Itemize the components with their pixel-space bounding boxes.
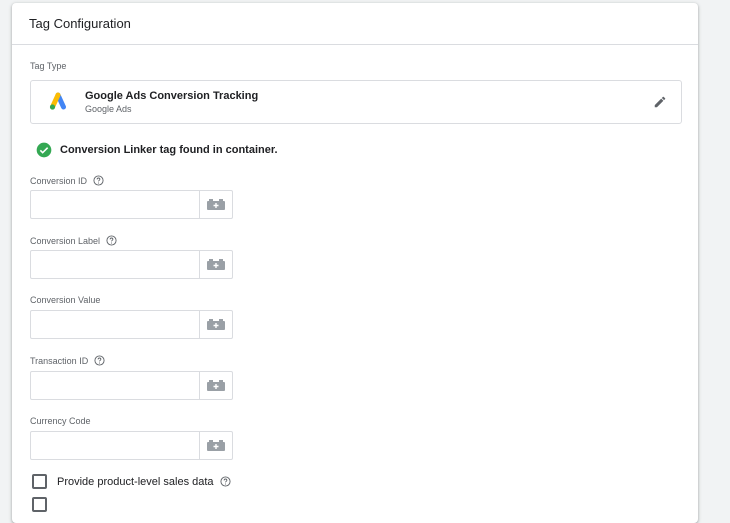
conversion-linker-notice: Conversion Linker tag found in container… — [36, 142, 278, 158]
notice-text: Conversion Linker tag found in container… — [60, 144, 278, 156]
transaction-id-input[interactable] — [31, 372, 199, 399]
conversion-value-input[interactable] — [31, 311, 199, 338]
transaction-id-field — [30, 371, 233, 400]
help-icon[interactable] — [106, 235, 117, 246]
google-ads-logo-icon — [49, 92, 66, 110]
conversion-label-field — [30, 250, 233, 279]
conversion-value-field — [30, 310, 233, 339]
product-level-sales-checkbox-row[interactable]: Provide product-level sales data — [32, 474, 231, 489]
conversion-id-field — [30, 190, 233, 219]
pencil-icon[interactable] — [653, 95, 667, 109]
conversion-id-label: Conversion ID — [30, 175, 104, 186]
tag-type-subtitle: Google Ads — [85, 104, 132, 114]
help-icon[interactable] — [93, 175, 104, 186]
variable-picker-button[interactable] — [199, 372, 232, 399]
help-icon[interactable] — [219, 476, 231, 487]
conversion-id-input[interactable] — [31, 191, 199, 218]
next-checkbox-row[interactable] — [32, 497, 57, 512]
tag-configuration-card: Tag Configuration Tag Type Google Ads Co… — [12, 3, 698, 523]
variable-picker-button[interactable] — [199, 432, 232, 459]
currency-code-label: Currency Code — [30, 416, 91, 426]
tag-type-selector[interactable]: Google Ads Conversion Tracking Google Ad… — [30, 80, 682, 124]
help-icon[interactable] — [94, 355, 105, 366]
variable-picker-icon — [207, 259, 225, 270]
product-level-sales-checkbox[interactable] — [32, 474, 47, 489]
currency-code-input[interactable] — [31, 432, 199, 459]
conversion-label-label: Conversion Label — [30, 235, 117, 246]
conversion-value-label: Conversion Value — [30, 295, 101, 305]
currency-code-field — [30, 431, 233, 460]
conversion-label-input[interactable] — [31, 251, 199, 278]
next-checkbox[interactable] — [32, 497, 47, 512]
variable-picker-icon — [207, 380, 225, 391]
tag-type-name: Google Ads Conversion Tracking — [85, 90, 259, 102]
check-circle-icon — [36, 142, 52, 158]
checkbox-label: Provide product-level sales data — [57, 475, 214, 488]
variable-picker-button[interactable] — [199, 251, 232, 278]
variable-picker-icon — [207, 199, 225, 210]
variable-picker-button[interactable] — [199, 311, 232, 338]
card-title: Tag Configuration — [29, 16, 131, 31]
transaction-id-label: Transaction ID — [30, 355, 105, 366]
tag-type-label: Tag Type — [30, 61, 67, 71]
variable-picker-icon — [207, 440, 225, 451]
variable-picker-button[interactable] — [199, 191, 232, 218]
variable-picker-icon — [207, 319, 225, 330]
card-header: Tag Configuration — [12, 3, 698, 45]
